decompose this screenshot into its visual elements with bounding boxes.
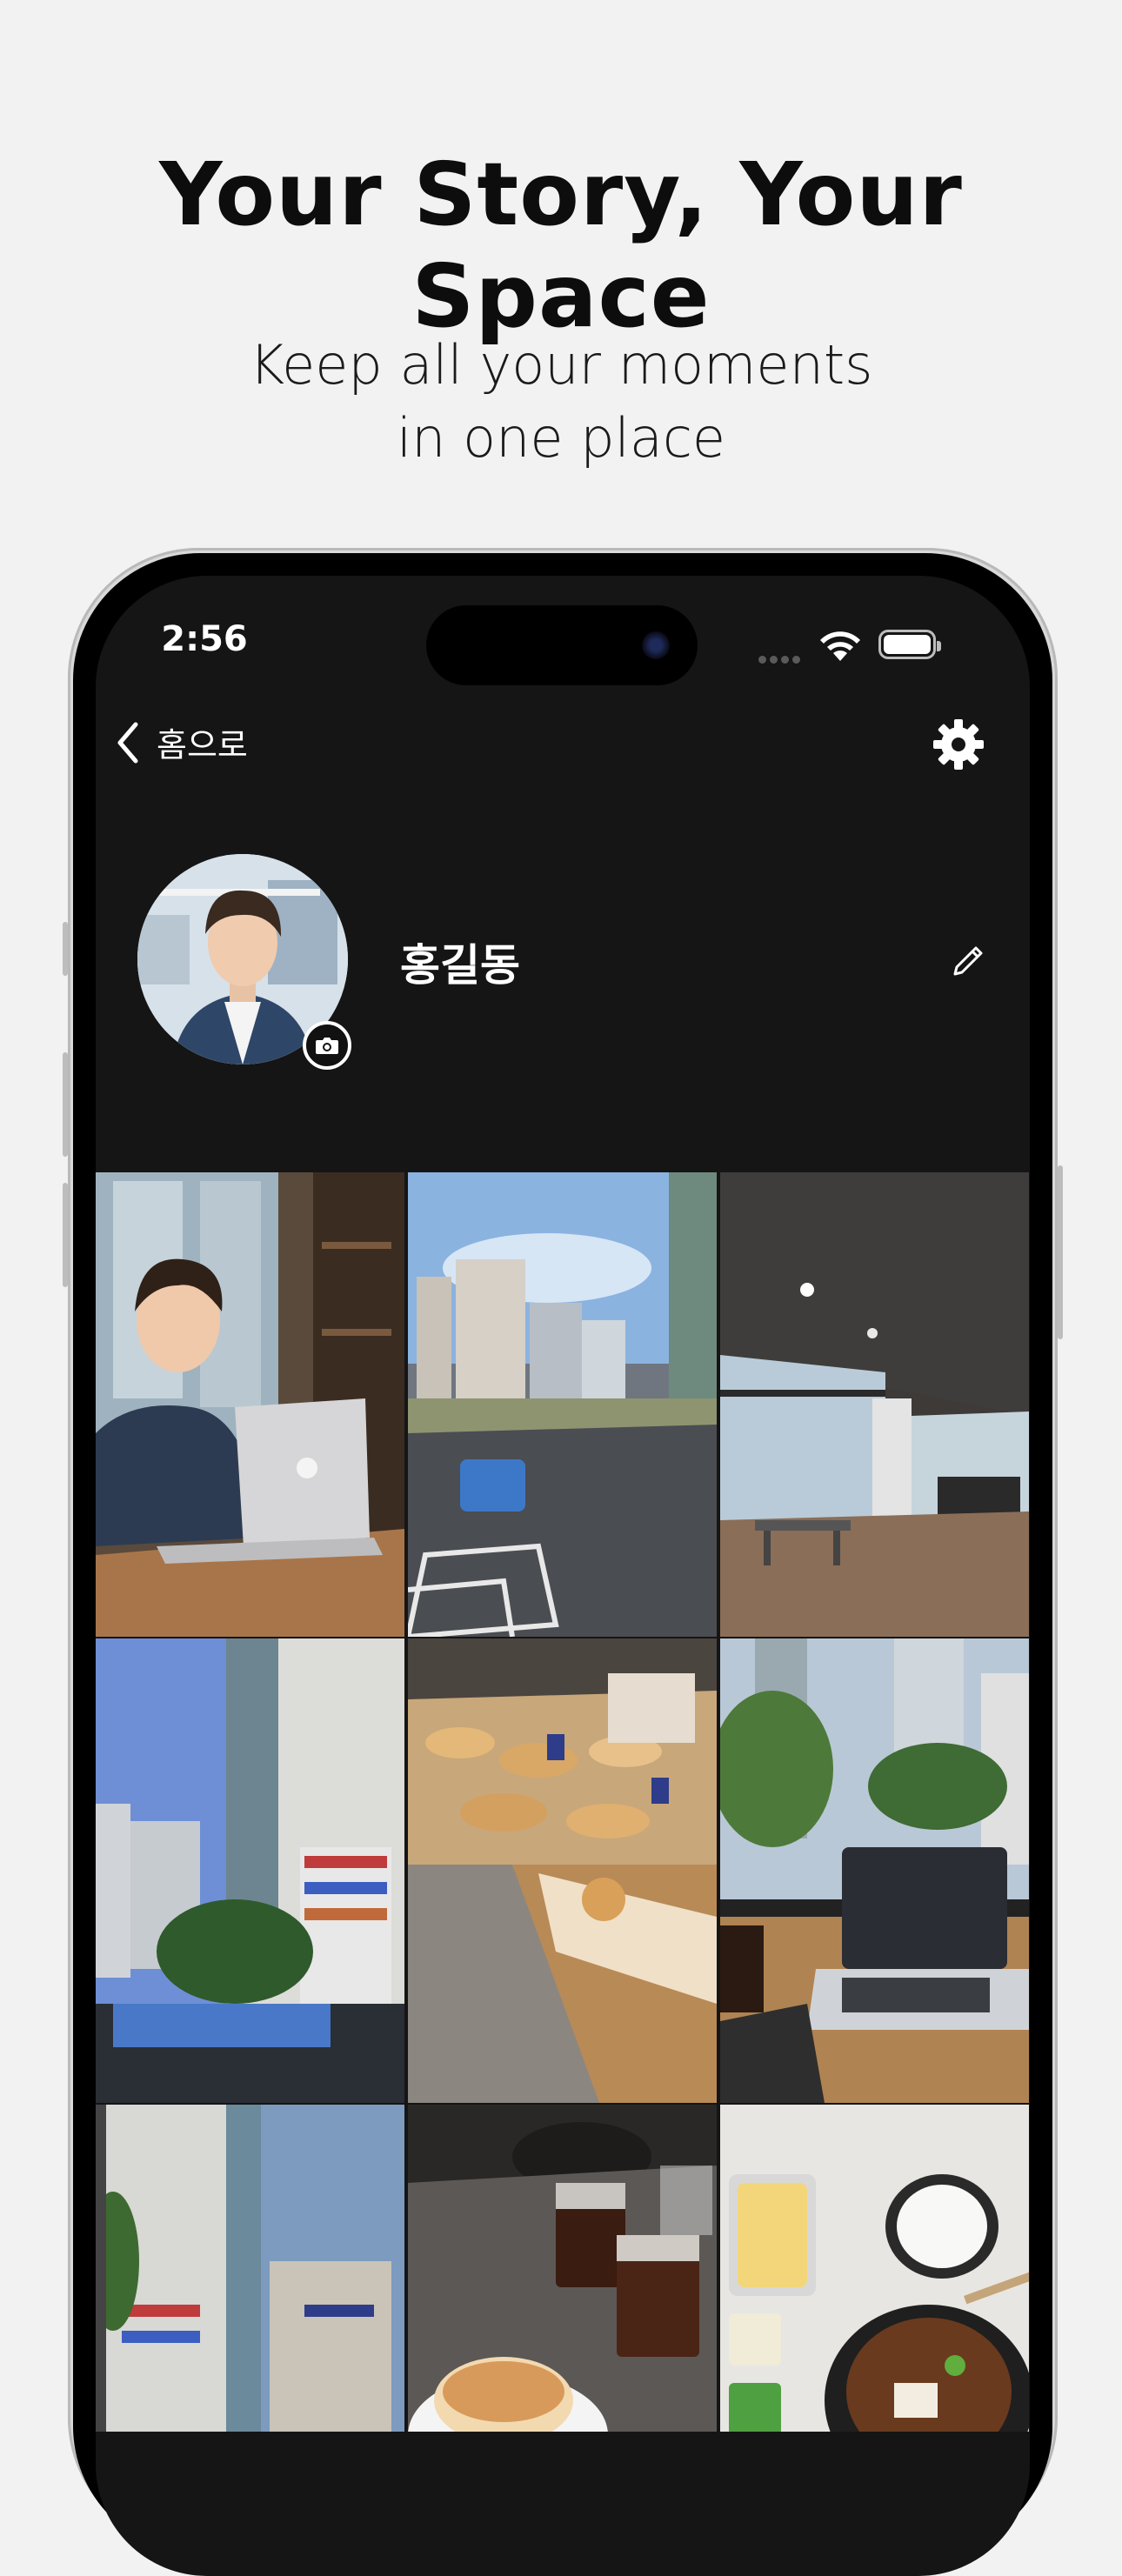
photo-street-bus — [408, 1172, 717, 1637]
dynamic-island — [426, 605, 698, 685]
photo-tile[interactable] — [96, 1638, 404, 2103]
photo-iced-coffee — [408, 2105, 717, 2432]
subtitle-line-1: Keep all your moments — [249, 333, 873, 397]
photo-tile[interactable] — [96, 2105, 404, 2432]
status-time: 2:56 — [161, 619, 248, 659]
front-camera-icon — [642, 631, 670, 659]
photo-glass-building — [96, 2105, 404, 2432]
profile-name: 홍길동 — [400, 940, 520, 991]
battery-icon — [878, 630, 941, 659]
photo-grid — [96, 1172, 1030, 2432]
photo-man-with-laptop — [96, 1172, 404, 1637]
photo-bakery-display — [408, 1638, 717, 2103]
gear-icon[interactable] — [931, 717, 986, 772]
photo-tile[interactable] — [408, 2105, 717, 2432]
photo-laptop-coffee — [720, 1638, 1029, 2103]
pencil-icon[interactable] — [948, 941, 988, 981]
photo-tile[interactable] — [720, 1638, 1029, 2103]
volume-up-button — [63, 1052, 68, 1157]
photo-gym-interior — [720, 1172, 1029, 1637]
marketing-headline: Your Story, Your Space — [159, 143, 963, 347]
cellular-signal-icon — [758, 651, 804, 667]
wifi-icon — [820, 631, 860, 661]
photo-tile[interactable] — [96, 1172, 404, 1637]
photo-tile[interactable] — [408, 1638, 717, 2103]
back-button[interactable]: 홈으로 — [115, 718, 248, 766]
change-photo-button[interactable] — [303, 1021, 351, 1070]
back-button-label: 홈으로 — [157, 726, 248, 764]
chevron-left-icon — [117, 722, 138, 763]
photo-korean-meal — [720, 2105, 1029, 2432]
power-button — [1058, 1165, 1063, 1339]
photo-building-sky — [96, 1638, 404, 2103]
action-button — [63, 922, 68, 976]
volume-down-button — [63, 1183, 68, 1287]
photo-tile[interactable] — [720, 2105, 1029, 2432]
photo-tile[interactable] — [408, 1172, 717, 1637]
photo-tile[interactable] — [720, 1172, 1029, 1637]
subtitle-line-2: in one place — [396, 406, 726, 470]
camera-icon — [316, 1038, 338, 1054]
marketing-subtitle: Keep all your moments in one place — [0, 329, 1122, 475]
